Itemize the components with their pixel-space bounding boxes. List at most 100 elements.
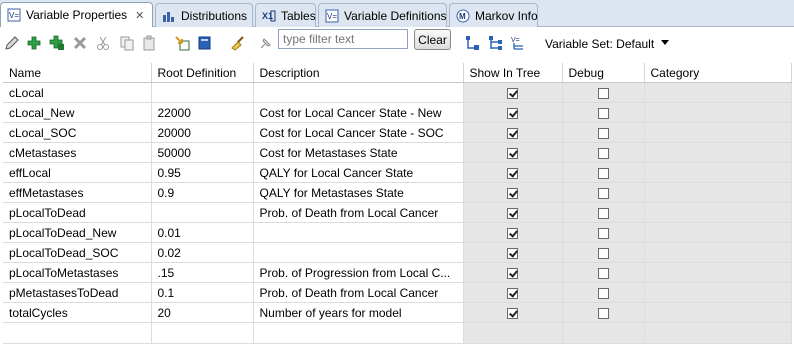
cell-root-definition[interactable]: 0.02	[151, 242, 254, 263]
column-header-name[interactable]: Name	[3, 63, 152, 83]
cell-category[interactable]	[644, 82, 792, 103]
cell-show-in-tree[interactable]	[463, 282, 563, 303]
cell-name[interactable]: cLocal_New	[3, 102, 152, 123]
clear-cleanup-icon[interactable]	[229, 35, 245, 51]
pin-filter-icon[interactable]	[258, 35, 274, 51]
filter-input[interactable]	[278, 29, 408, 49]
table-row[interactable]: cLocal_SOC 20000 Cost for Local Cancer Sta…	[3, 122, 792, 143]
cell-root-definition[interactable]: .15	[151, 262, 254, 283]
cell-category[interactable]	[644, 222, 792, 243]
cell-description[interactable]	[253, 222, 464, 243]
cell-description[interactable]: Cost for Local Cancer State - New	[253, 102, 464, 123]
debug-checkbox[interactable]	[597, 287, 609, 299]
debug-checkbox[interactable]	[597, 87, 609, 99]
cell-debug[interactable]	[562, 202, 645, 223]
table-row[interactable]: pLocalToDead_New 0.01	[3, 222, 792, 243]
cell-name[interactable]: effMetastases	[3, 182, 152, 203]
pencil-icon[interactable]	[4, 35, 20, 51]
variable-tree-icon[interactable]: V=	[511, 35, 527, 51]
cell-debug[interactable]	[562, 182, 645, 203]
debug-checkbox[interactable]	[597, 247, 609, 259]
cell-debug[interactable]	[562, 82, 645, 103]
show-in-tree-checkbox[interactable]	[507, 127, 518, 139]
cell-root-definition[interactable]: 0.1	[151, 282, 254, 303]
debug-checkbox[interactable]	[597, 207, 609, 219]
add-icon[interactable]	[26, 35, 42, 51]
cell-show-in-tree[interactable]	[463, 222, 563, 243]
debug-checkbox[interactable]	[597, 147, 609, 159]
copy-icon[interactable]	[119, 35, 135, 51]
cell-root-definition[interactable]	[151, 82, 254, 103]
cell-show-in-tree[interactable]	[463, 122, 563, 143]
show-in-tree-checkbox[interactable]	[507, 187, 518, 199]
cell-root-definition[interactable]	[151, 202, 254, 223]
cell-root-definition[interactable]: 0.01	[151, 222, 254, 243]
table-row[interactable]: cMetastases 50000 Cost for Metastases Stat…	[3, 142, 792, 163]
cell-description[interactable]	[253, 242, 464, 263]
table-row[interactable]: totalCycles 20 Number of years for model	[3, 302, 792, 323]
column-header-debug[interactable]: Debug	[562, 63, 645, 83]
debug-checkbox[interactable]	[597, 267, 609, 279]
cut-icon[interactable]	[95, 35, 111, 51]
clear-button[interactable]: Clear	[414, 29, 451, 50]
debug-checkbox[interactable]	[597, 167, 609, 179]
cell-root-definition[interactable]: 20	[151, 302, 254, 323]
close-icon[interactable]: ✕	[135, 9, 144, 22]
table-row[interactable]: effLocal 0.95 QALY for Local Cancer State	[3, 162, 792, 183]
cell-name[interactable]: totalCycles	[3, 302, 152, 323]
cell-name[interactable]: cMetastases	[3, 142, 152, 163]
cell-debug[interactable]	[562, 282, 645, 303]
cell-description[interactable]: Prob. of Progression from Local C...	[253, 262, 464, 283]
column-header-show-in-tree[interactable]: Show In Tree	[463, 63, 563, 83]
show-in-tree-checkbox[interactable]	[507, 307, 518, 319]
tab-markov-info[interactable]: M Markov Info	[449, 3, 538, 27]
cell-debug[interactable]	[562, 242, 645, 263]
cell-description[interactable]: Number of years for model	[253, 302, 464, 323]
cell-root-definition[interactable]: 0.9	[151, 182, 254, 203]
cell-category[interactable]	[644, 242, 792, 263]
cell-debug[interactable]	[562, 142, 645, 163]
tab-tables[interactable]: X1 Tables	[255, 3, 316, 27]
cell-category[interactable]	[644, 182, 792, 203]
cell-name[interactable]: pLocalToDead	[3, 202, 152, 223]
import-icon[interactable]	[174, 35, 190, 51]
cell-description[interactable]	[253, 82, 464, 103]
chevron-down-icon[interactable]	[661, 40, 669, 45]
show-in-tree-checkbox[interactable]	[507, 147, 518, 159]
cell-show-in-tree[interactable]	[463, 302, 563, 323]
cell-name[interactable]: pMetastasesToDead	[3, 282, 152, 303]
cell-debug[interactable]	[562, 222, 645, 243]
cell-show-in-tree[interactable]	[463, 162, 563, 183]
cell-category[interactable]	[644, 102, 792, 123]
column-header-description[interactable]: Description	[253, 63, 464, 83]
debug-checkbox[interactable]	[597, 307, 609, 319]
show-in-tree-checkbox[interactable]	[507, 247, 518, 259]
cell-show-in-tree[interactable]	[463, 82, 563, 103]
cell-description[interactable]: QALY for Metastases State	[253, 182, 464, 203]
show-in-tree-checkbox[interactable]	[507, 267, 518, 279]
cell-show-in-tree[interactable]	[463, 182, 563, 203]
cell-category[interactable]	[644, 302, 792, 323]
cell-debug[interactable]	[562, 302, 645, 323]
cell-show-in-tree[interactable]	[463, 242, 563, 263]
cell-description[interactable]: QALY for Local Cancer State	[253, 162, 464, 183]
cell-category[interactable]	[644, 142, 792, 163]
table-row[interactable]: effMetastases 0.9 QALY for Metastases Stat…	[3, 182, 792, 203]
cell-category[interactable]	[644, 162, 792, 183]
cell-root-definition[interactable]: 20000	[151, 122, 254, 143]
add-child-icon[interactable]	[49, 35, 65, 51]
cell-show-in-tree[interactable]	[463, 102, 563, 123]
tab-variable-definitions[interactable]: V= Variable Definitions	[318, 3, 447, 27]
cell-root-definition[interactable]: 50000	[151, 142, 254, 163]
cell-description[interactable]: Prob. of Death from Local Cancer	[253, 202, 464, 223]
cell-description[interactable]: Cost for Metastases State	[253, 142, 464, 163]
cell-name[interactable]: pLocalToDead_SOC	[3, 242, 152, 263]
cell-root-definition[interactable]: 0.95	[151, 162, 254, 183]
debug-checkbox[interactable]	[597, 107, 609, 119]
cell-debug[interactable]	[562, 102, 645, 123]
column-header-category[interactable]: Category	[644, 63, 792, 83]
cell-show-in-tree[interactable]	[463, 262, 563, 283]
cell-description[interactable]: Cost for Local Cancer State - SOC	[253, 122, 464, 143]
cell-show-in-tree[interactable]	[463, 202, 563, 223]
show-in-tree-checkbox[interactable]	[507, 167, 518, 179]
